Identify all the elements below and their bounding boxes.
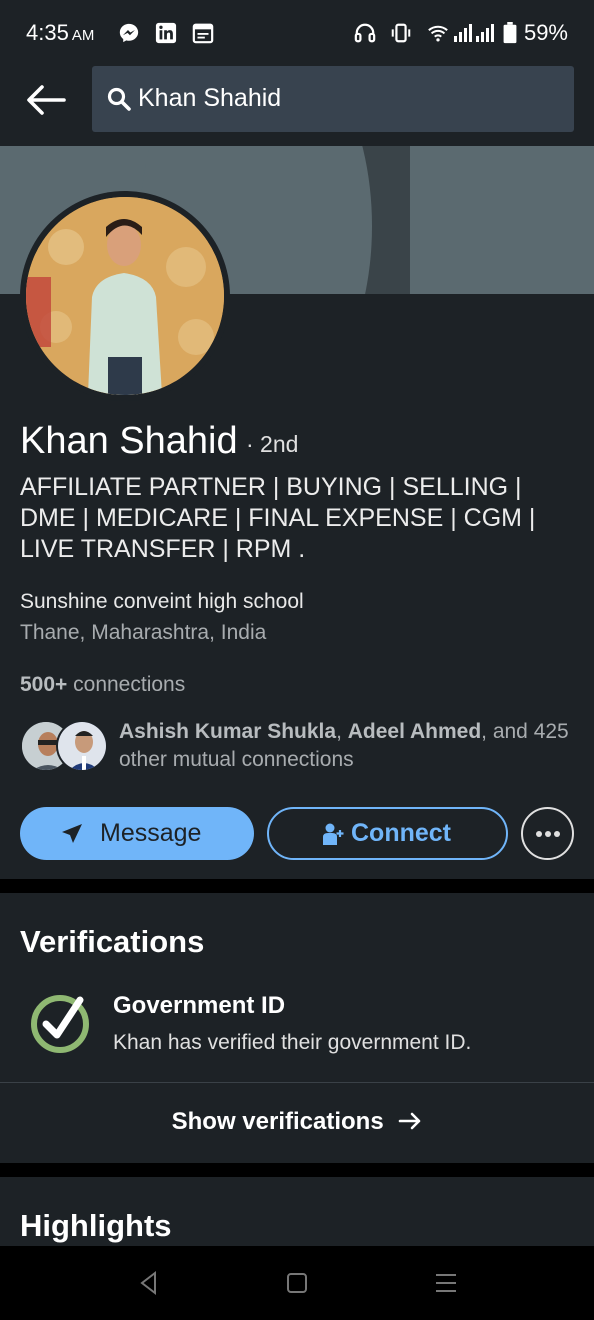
highlights-title: Highlights bbox=[20, 1208, 172, 1243]
profile-headline: AFFILIATE PARTNER | BUYING | SELLING | D… bbox=[20, 473, 536, 563]
mutual-connections[interactable]: Ashish Kumar Shukla, Adeel Ahmed, and 42… bbox=[119, 718, 579, 774]
search-input[interactable]: Khan Shahid bbox=[92, 66, 574, 132]
status-bar: 4:35 AM 59% bbox=[0, 0, 594, 66]
avatar[interactable] bbox=[20, 191, 230, 401]
divider bbox=[0, 1082, 594, 1083]
connect-button-label: Connect bbox=[351, 819, 451, 847]
status-time: 4:35 AM bbox=[26, 20, 95, 45]
signal-icon bbox=[454, 24, 494, 42]
wifi-icon bbox=[428, 25, 448, 42]
more-button[interactable] bbox=[521, 807, 574, 860]
linkedin-icon bbox=[155, 22, 177, 44]
arrow-right-icon bbox=[399, 1112, 421, 1129]
headphones-icon bbox=[354, 23, 376, 43]
add-person-icon bbox=[323, 823, 344, 845]
nav-home-icon[interactable] bbox=[284, 1270, 310, 1296]
nav-back-icon[interactable] bbox=[136, 1270, 162, 1296]
profile-school[interactable]: Sunshine conveint high school bbox=[20, 590, 304, 614]
system-nav-bar bbox=[0, 1246, 594, 1320]
mutual-avatars[interactable] bbox=[20, 720, 110, 776]
check-circle-icon bbox=[31, 995, 89, 1053]
message-button[interactable]: Message bbox=[20, 807, 254, 860]
mutual-avatar bbox=[56, 720, 108, 772]
show-verifications-button[interactable]: Show verifications bbox=[0, 1108, 594, 1136]
search-icon bbox=[107, 87, 131, 111]
messenger-icon bbox=[119, 23, 139, 43]
connection-degree: · 2nd bbox=[246, 431, 299, 457]
back-arrow-icon[interactable] bbox=[22, 80, 70, 120]
search-value: Khan Shahid bbox=[138, 84, 282, 112]
verifications-title: Verifications bbox=[20, 924, 205, 959]
connect-button[interactable]: Connect bbox=[267, 807, 508, 860]
send-icon bbox=[62, 824, 82, 843]
battery-icon bbox=[503, 22, 517, 44]
message-button-label: Message bbox=[100, 819, 202, 847]
vibrate-icon bbox=[391, 23, 411, 43]
calendar-icon bbox=[192, 23, 214, 44]
section-divider bbox=[0, 1163, 594, 1177]
connections-count[interactable]: 500+ connections bbox=[20, 673, 185, 697]
nav-recents-icon[interactable] bbox=[433, 1270, 459, 1296]
profile-name: Khan Shahid bbox=[20, 420, 238, 462]
avatar-photo bbox=[26, 197, 224, 395]
profile-location: Thane, Maharashtra, India bbox=[20, 621, 267, 644]
verification-item-desc: Khan has verified their government ID. bbox=[113, 1031, 472, 1054]
more-icon bbox=[536, 831, 560, 837]
top-bar: Khan Shahid bbox=[0, 66, 594, 146]
battery-percent: 59% bbox=[523, 20, 568, 45]
verification-item-title: Government ID bbox=[113, 992, 286, 1019]
section-divider bbox=[0, 879, 594, 893]
